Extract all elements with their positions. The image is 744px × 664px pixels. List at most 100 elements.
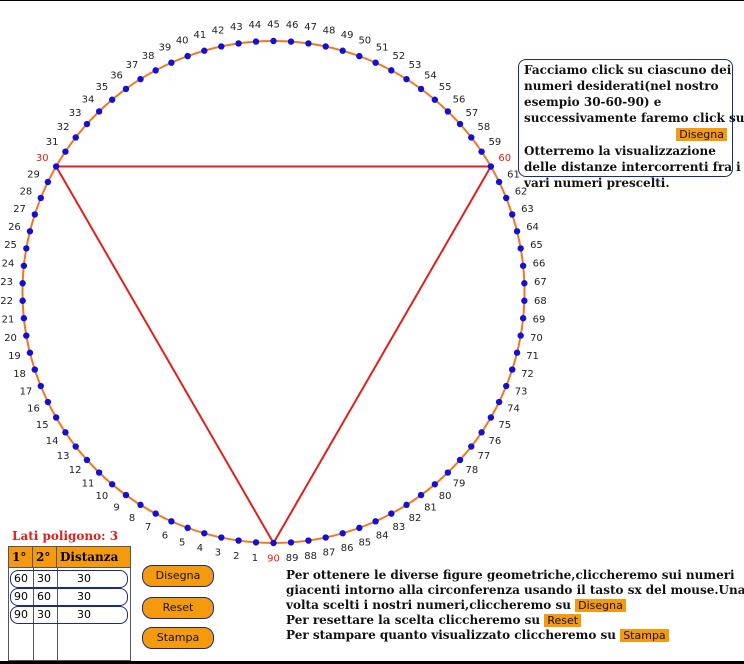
number-dot-45[interactable] — [270, 37, 277, 45]
draw-button[interactable]: Disegna — [142, 565, 214, 587]
number-dot-77[interactable] — [468, 443, 475, 450]
number-label-51[interactable]: 51 — [376, 43, 389, 54]
number-dot-23[interactable] — [19, 280, 26, 287]
number-dot-75[interactable] — [487, 414, 495, 421]
number-label-49[interactable]: 49 — [341, 30, 354, 41]
number-dot-22[interactable] — [19, 297, 26, 304]
number-dot-2[interactable] — [235, 537, 242, 544]
number-label-80[interactable]: 80 — [439, 491, 452, 502]
number-dot-35[interactable] — [108, 96, 116, 103]
number-label-20[interactable]: 20 — [4, 333, 17, 344]
number-label-36[interactable]: 36 — [110, 70, 123, 81]
number-label-68[interactable]: 68 — [534, 296, 547, 307]
number-label-66[interactable]: 66 — [533, 259, 546, 270]
number-label-1[interactable]: 1 — [252, 553, 258, 564]
number-dot-36[interactable] — [122, 85, 130, 93]
number-dot-80[interactable] — [431, 481, 439, 488]
number-label-4[interactable]: 4 — [197, 543, 203, 554]
number-dot-82[interactable] — [403, 501, 410, 509]
number-label-30[interactable]: 30 — [36, 153, 49, 164]
number-dot-79[interactable] — [444, 469, 452, 476]
number-label-28[interactable]: 28 — [20, 186, 33, 197]
number-label-3[interactable]: 3 — [215, 548, 221, 559]
number-label-16[interactable]: 16 — [27, 404, 40, 415]
number-label-53[interactable]: 53 — [409, 60, 422, 71]
number-label-73[interactable]: 73 — [515, 387, 528, 398]
number-label-74[interactable]: 74 — [507, 404, 520, 415]
number-dot-38[interactable] — [152, 67, 159, 74]
number-label-15[interactable]: 15 — [36, 420, 49, 431]
number-dot-11[interactable] — [95, 469, 103, 476]
number-dot-24[interactable] — [20, 262, 28, 269]
number-dot-41[interactable] — [201, 47, 208, 54]
number-dot-53[interactable] — [403, 75, 410, 83]
number-dot-1[interactable] — [252, 539, 260, 546]
number-label-26[interactable]: 26 — [8, 222, 21, 233]
number-label-7[interactable]: 7 — [145, 522, 151, 533]
number-label-21[interactable]: 21 — [2, 314, 15, 325]
number-label-85[interactable]: 85 — [358, 537, 371, 548]
number-label-40[interactable]: 40 — [176, 36, 189, 47]
number-label-6[interactable]: 6 — [162, 530, 168, 541]
number-label-87[interactable]: 87 — [323, 548, 336, 559]
number-dot-46[interactable] — [287, 38, 295, 45]
number-label-14[interactable]: 14 — [46, 436, 59, 447]
number-label-72[interactable]: 72 — [521, 369, 534, 380]
number-label-88[interactable]: 88 — [304, 551, 317, 562]
number-dot-49[interactable] — [339, 47, 346, 54]
number-dot-61[interactable] — [495, 178, 503, 186]
number-dot-29[interactable] — [44, 178, 52, 186]
number-dot-33[interactable] — [83, 120, 91, 128]
number-label-69[interactable]: 69 — [533, 314, 546, 325]
number-label-59[interactable]: 59 — [488, 137, 501, 148]
number-dot-60[interactable] — [487, 163, 495, 170]
number-dot-67[interactable] — [521, 280, 528, 287]
number-label-81[interactable]: 81 — [424, 503, 437, 514]
number-dot-34[interactable] — [95, 108, 103, 115]
number-label-43[interactable]: 43 — [230, 22, 243, 33]
number-label-45[interactable]: 45 — [267, 20, 280, 31]
number-dot-87[interactable] — [322, 534, 329, 541]
print-button[interactable]: Stampa — [142, 627, 214, 649]
number-dot-27[interactable] — [31, 211, 38, 218]
number-dot-73[interactable] — [503, 382, 510, 390]
number-label-9[interactable]: 9 — [113, 503, 119, 514]
number-label-71[interactable]: 71 — [526, 351, 539, 362]
number-dot-25[interactable] — [23, 245, 30, 252]
number-dot-7[interactable] — [152, 510, 159, 517]
number-label-31[interactable]: 31 — [46, 137, 59, 148]
number-dot-26[interactable] — [26, 228, 34, 235]
number-label-78[interactable]: 78 — [466, 465, 479, 476]
number-label-84[interactable]: 84 — [376, 530, 389, 541]
number-dot-57[interactable] — [456, 120, 464, 128]
number-label-77[interactable]: 77 — [478, 451, 491, 462]
number-label-70[interactable]: 70 — [530, 333, 543, 344]
number-dot-72[interactable] — [509, 366, 516, 373]
number-label-54[interactable]: 54 — [424, 70, 437, 81]
number-label-35[interactable]: 35 — [96, 82, 109, 93]
number-dot-66[interactable] — [519, 262, 527, 269]
number-label-11[interactable]: 11 — [82, 479, 95, 490]
number-label-65[interactable]: 65 — [530, 240, 543, 251]
number-dot-18[interactable] — [31, 366, 38, 373]
number-label-19[interactable]: 19 — [8, 351, 21, 362]
number-dot-10[interactable] — [108, 481, 116, 488]
number-dot-55[interactable] — [431, 96, 439, 103]
number-label-63[interactable]: 63 — [521, 204, 534, 215]
number-label-60[interactable]: 60 — [498, 153, 511, 164]
number-dot-15[interactable] — [52, 414, 60, 421]
number-dot-42[interactable] — [218, 43, 225, 50]
number-label-12[interactable]: 12 — [69, 465, 82, 476]
number-label-34[interactable]: 34 — [82, 94, 95, 105]
number-label-44[interactable]: 44 — [249, 20, 262, 31]
number-dot-84[interactable] — [372, 518, 379, 525]
number-dot-90[interactable] — [270, 539, 277, 547]
number-label-39[interactable]: 39 — [159, 43, 172, 54]
number-dot-21[interactable] — [20, 315, 28, 322]
number-dot-12[interactable] — [83, 456, 91, 464]
number-dot-14[interactable] — [62, 429, 69, 436]
number-dot-76[interactable] — [478, 429, 485, 436]
number-label-38[interactable]: 38 — [142, 51, 155, 62]
number-dot-88[interactable] — [305, 537, 312, 544]
number-label-18[interactable]: 18 — [13, 369, 26, 380]
